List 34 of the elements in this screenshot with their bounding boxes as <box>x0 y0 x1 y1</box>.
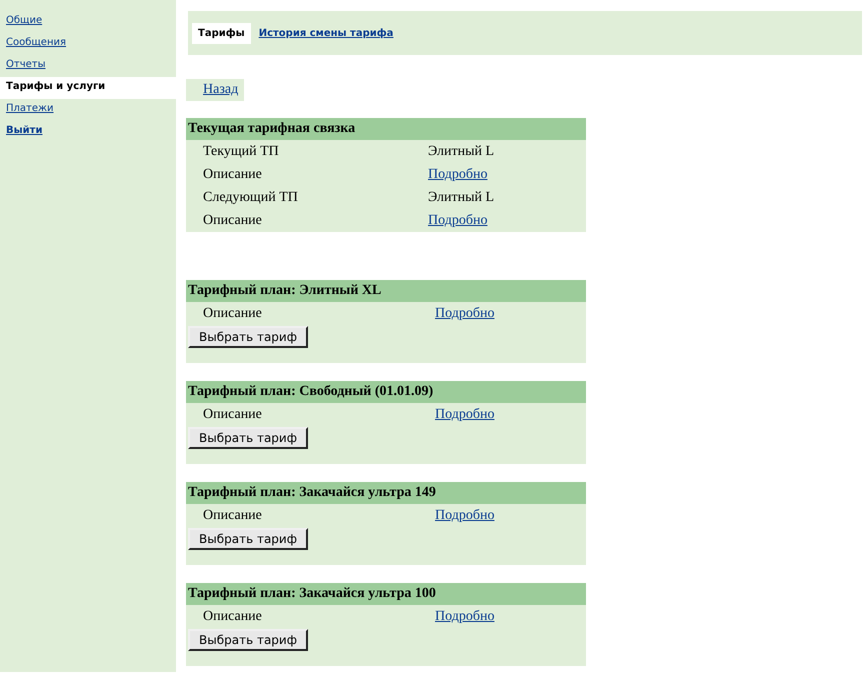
details-link[interactable]: Подробно <box>435 508 494 524</box>
sidebar-item[interactable]: Сообщения <box>0 33 176 55</box>
choose-plan-button[interactable]: Выбрать тариф <box>188 427 308 449</box>
card-title: Тарифный план: Закачайся ультра 100 <box>186 583 586 605</box>
sidebar-item[interactable]: Отчеты <box>0 55 176 77</box>
details-link[interactable]: Подробно <box>435 406 494 422</box>
sidebar-item[interactable]: Выйти <box>0 121 176 143</box>
details-link[interactable]: Подробно <box>428 166 488 182</box>
row-label: Описание <box>203 406 263 422</box>
row-label: Описание <box>203 306 263 322</box>
row-label: Описание <box>203 608 263 624</box>
details-link[interactable]: Подробно <box>428 212 488 228</box>
tab[interactable]: История смены тарифа <box>252 22 400 44</box>
card-title: Текущая тарифная связка <box>186 118 586 140</box>
choose-plan-button[interactable]: Выбрать тариф <box>188 528 308 550</box>
row-label: Описание <box>203 508 263 524</box>
details-link[interactable]: Подробно <box>435 608 494 624</box>
sidebar-item[interactable]: Платежи <box>0 99 176 121</box>
sidebar-item[interactable]: Общие <box>0 11 176 33</box>
card-title: Тарифный план: Свободный (01.01.09) <box>186 381 586 403</box>
choose-plan-button[interactable]: Выбрать тариф <box>188 629 308 651</box>
row-value: Элитный L <box>428 144 494 160</box>
back-link[interactable]: Назад <box>186 79 244 101</box>
row-label: Описание <box>203 166 263 182</box>
choose-plan-button[interactable]: Выбрать тариф <box>188 326 308 348</box>
tab[interactable]: Тарифы <box>192 22 251 44</box>
row-label: Описание <box>203 212 263 228</box>
sidebar-item[interactable]: Тарифы и услуги <box>0 77 176 99</box>
row-label: Следующий ТП <box>203 190 299 206</box>
card-title: Тарифный план: Закачайся ультра 149 <box>186 482 586 504</box>
row-label: Текущий ТП <box>203 144 280 160</box>
row-value: Элитный L <box>428 190 494 206</box>
card-title: Тарифный план: Элитный XL <box>186 280 586 302</box>
details-link[interactable]: Подробно <box>435 306 494 322</box>
